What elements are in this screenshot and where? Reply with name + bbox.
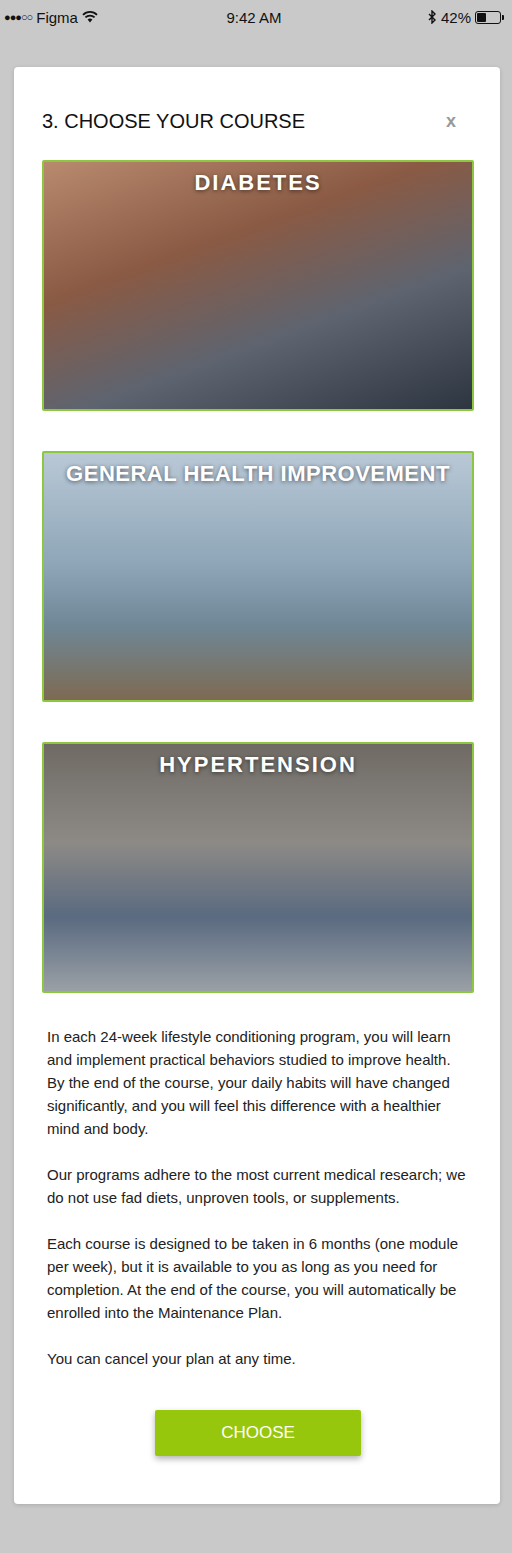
course-title: DIABETES	[194, 170, 321, 196]
course-card[interactable]: HYPERTENSION	[42, 742, 474, 993]
status-bar: ●●●○○ Figma 9:42 AM 42%	[0, 0, 512, 34]
bluetooth-icon	[428, 10, 437, 24]
course-card[interactable]: GENERAL HEALTH IMPROVEMENT	[42, 451, 474, 702]
clock: 9:42 AM	[226, 9, 281, 26]
course-title: HYPERTENSION	[159, 752, 357, 778]
description-paragraph: In each 24-week lifestyle conditioning p…	[47, 1025, 470, 1140]
signal-strength: ●●●○○	[4, 11, 32, 23]
battery-percent: 42%	[441, 9, 471, 26]
modal-title: 3. CHOOSE YOUR COURSE	[42, 110, 305, 133]
page: ●●●○○ Figma 9:42 AM 42% 3. CHOOSE YOUR COURS…	[0, 0, 512, 1553]
modal-header: 3. CHOOSE YOUR COURSE x	[42, 107, 474, 135]
description-paragraph: You can cancel your plan at any time.	[47, 1347, 470, 1370]
description-paragraph: Each course is designed to be taken in 6…	[47, 1232, 470, 1324]
carrier: Figma	[36, 9, 78, 26]
description-paragraph: Our programs adhere to the most current …	[47, 1163, 470, 1209]
course-card[interactable]: DIABETES	[42, 160, 474, 411]
wifi-icon	[82, 11, 98, 23]
course-modal: 3. CHOOSE YOUR COURSE x DIABETES GENERAL HE…	[14, 67, 500, 1504]
course-title: GENERAL HEALTH IMPROVEMENT	[66, 461, 450, 487]
course-description: In each 24-week lifestyle conditioning p…	[42, 1025, 474, 1370]
course-list: DIABETES GENERAL HEALTH IMPROVEMENT HYPERT…	[42, 160, 474, 993]
choose-button[interactable]: CHOOSE	[155, 1410, 361, 1456]
close-button[interactable]: x	[442, 111, 460, 132]
battery-icon	[475, 11, 501, 24]
